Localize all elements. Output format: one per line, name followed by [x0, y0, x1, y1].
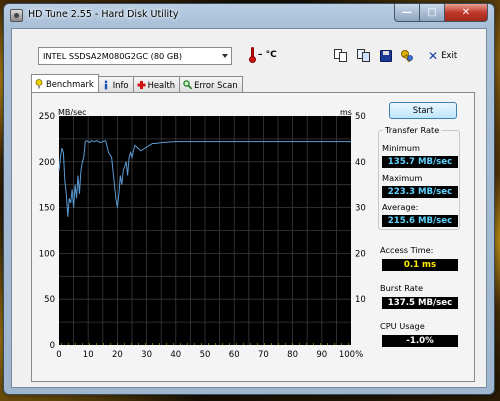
error-scan-icon: [183, 79, 193, 90]
exit-button[interactable]: ✕ Exit: [428, 49, 457, 63]
minimum-value: 135.7 MB/sec: [382, 156, 458, 168]
info-icon: [102, 80, 110, 90]
burst-rate-value: 137.5 MB/sec: [382, 297, 458, 309]
exit-icon: ✕: [428, 49, 439, 63]
maximum-value: 223.3 MB/sec: [382, 186, 458, 198]
tab-error-scan[interactable]: Error Scan: [179, 76, 243, 92]
maximum-label: Maximum: [382, 173, 423, 183]
y-tick-label: 200: [39, 158, 55, 168]
transfer-rate-title: Transfer Rate: [383, 125, 442, 135]
tab-info-label: Info: [112, 79, 129, 90]
y-tick-label: 250: [39, 112, 55, 122]
x-tick-label: 40: [170, 350, 181, 360]
tab-health-label: Health: [147, 79, 176, 90]
tab-health[interactable]: Health: [132, 76, 181, 92]
x-tick-label: 30: [141, 350, 152, 360]
y-tick-label: 100: [39, 249, 55, 259]
x-tick-label: 60: [229, 350, 240, 360]
y2-tick-label: 10: [355, 295, 366, 305]
thermometer-icon: [249, 47, 256, 63]
drive-select-value: INTEL SSDSA2M080G2GC (80 GB): [43, 51, 183, 61]
drive-select[interactable]: INTEL SSDSA2M080G2GC (80 GB): [38, 47, 232, 65]
average-label: Average:: [382, 202, 419, 212]
caption-buttons: — □ ✕: [394, 4, 488, 22]
access-time-label: Access Time:: [380, 245, 434, 255]
y2-tick-label: 40: [355, 158, 366, 168]
exit-label: Exit: [441, 51, 458, 61]
tab-benchmark-label: Benchmark: [46, 78, 94, 89]
tab-info[interactable]: Info: [97, 76, 134, 92]
x-tick-label: 20: [112, 350, 123, 360]
x-tick-label: 0: [56, 350, 61, 360]
tab-benchmark[interactable]: Benchmark: [31, 74, 99, 92]
burst-rate-label: Burst Rate: [380, 283, 424, 293]
cpu-usage-value: -1.0%: [382, 335, 458, 347]
app-icon: [10, 9, 23, 22]
options-icon[interactable]: [400, 49, 414, 63]
x-tick-label: 10: [83, 350, 94, 360]
benchmark-icon: [35, 78, 43, 89]
y2-tick-label: 20: [355, 249, 366, 259]
start-button[interactable]: Start: [389, 102, 457, 119]
x-tick-label: 50: [200, 350, 211, 360]
title-bar[interactable]: HD Tune 2.55 - Hard Disk Utility — □ ✕: [4, 4, 494, 28]
window-title: HD Tune 2.55 - Hard Disk Utility: [28, 9, 179, 20]
transfer-rate-chart: 25020015010050050403020100 10 20 30 40 50 60 70…: [39, 112, 366, 360]
benchmark-panel: MB/sec ms 250 200 150 100 50 0 50 40 30 20 10 0 10 20…: [31, 92, 475, 382]
minimum-label: Minimum: [382, 143, 420, 153]
x-tick-label: 90: [316, 350, 327, 360]
y-tick-label: 150: [39, 204, 55, 214]
save-icon[interactable]: [379, 49, 393, 63]
tab-strip: Benchmark Info Health Error Scan: [31, 74, 243, 92]
x-tick-label: 100%: [339, 350, 363, 360]
tab-error-scan-label: Error Scan: [194, 79, 238, 90]
temperature-readout: – °C: [258, 50, 277, 60]
x-tick-label: 80: [287, 350, 298, 360]
y2-tick-label: 50: [355, 112, 366, 122]
y2-tick-label: 30: [355, 204, 366, 214]
close-button[interactable]: ✕: [445, 4, 488, 22]
y-tick-label: 0: [50, 341, 55, 351]
health-icon: [137, 80, 146, 90]
cpu-usage-label: CPU Usage: [380, 321, 425, 331]
minimize-button[interactable]: —: [394, 4, 420, 22]
copy-image-icon[interactable]: [357, 49, 371, 63]
maximize-button[interactable]: □: [420, 4, 445, 22]
access-time-value: 0.1 ms: [382, 259, 458, 271]
copy-text-icon[interactable]: [334, 49, 348, 63]
x-tick-label: 70: [258, 350, 269, 360]
chevron-down-icon: [222, 54, 228, 58]
average-value: 215.6 MB/sec: [382, 215, 458, 227]
y-tick-label: 50: [44, 295, 55, 305]
